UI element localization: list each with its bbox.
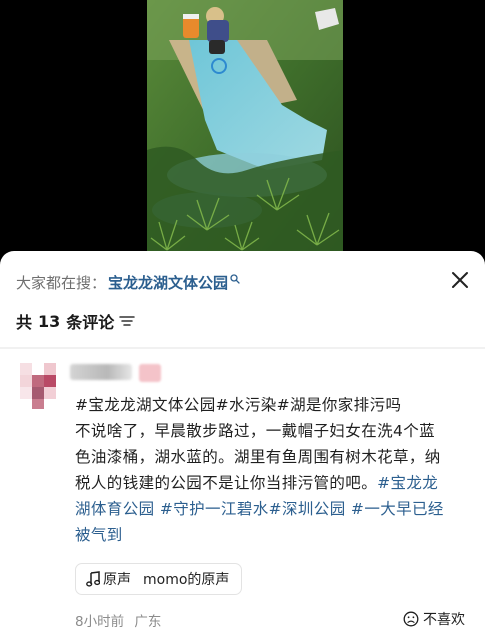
music-note-icon [86,571,100,587]
sad-face-icon [403,611,419,627]
comment-meta: 8小时前 广东 [75,610,161,630]
close-icon [452,272,468,288]
screen: 大家都在搜： 宝龙龙湖文体公园 共 13 条评论 #宝龙龙湖文体公园#水污染#湖… [0,0,485,630]
comment-count-suffix: 条评论 [66,313,115,332]
comment-line-5-hashtags[interactable]: 湖体育公园 #守护一江碧水#深圳公园 #一大早已经 [75,496,475,522]
close-button[interactable] [445,265,475,295]
comment-body: #宝龙龙湖文体公园#水污染#湖是你家排污吗 不说啥了，早晨散步路过，一戴帽子妇女… [75,392,475,548]
sort-icon[interactable] [119,314,136,328]
trending-search-prefix: 大家都在搜： [16,274,107,292]
comment-line-2: 不说啥了，早晨散步路过，一戴帽子妇女在洗4个蓝 [75,422,436,440]
comment-count-header[interactable]: 共 13 条评论 [16,309,136,333]
avatar[interactable] [20,363,56,409]
video-frame-image [147,0,343,255]
header-divider [0,347,485,349]
comment-location: 广东 [134,614,162,630]
comment-sheet: 大家都在搜： 宝龙龙湖文体公园 共 13 条评论 #宝龙龙湖文体公园#水污染#湖… [0,251,485,630]
trending-search-term[interactable]: 宝龙龙湖文体公园 [108,271,228,295]
trending-search[interactable]: 大家都在搜： 宝龙龙湖文体公园 [16,271,240,295]
search-icon [230,274,240,284]
user-badge [139,364,161,382]
comment-line-6-hashtags[interactable]: 被气到 [75,522,475,548]
comment-count-number: 13 [38,311,61,331]
sound-source: momo的原声 [143,572,230,588]
video-player[interactable] [147,0,343,255]
comment-count-prefix: 共 [16,313,33,332]
comment-line-4-text: 税人的钱建的公园不是让你当排污管的吧。 [75,474,378,492]
comment-time: 8小时前 [75,614,125,630]
comment-line-3: 色油漆桶，湖水蓝的。湖里有鱼周围有树木花草，纳 [75,448,441,466]
comment-line-4: 税人的钱建的公园不是让你当排污管的吧。#宝龙龙 [75,470,475,496]
comment-line-1: #宝龙龙湖文体公园#水污染#湖是你家排污吗 [75,396,402,414]
hashtag-link[interactable]: #宝龙龙 [377,474,438,492]
sound-label: 原声 [103,572,131,588]
original-sound-chip[interactable]: 原声 momo的原声 [75,563,243,595]
dislike-label: 不喜欢 [423,612,465,628]
username-redacted[interactable] [70,364,132,380]
dislike-button[interactable]: 不喜欢 [395,606,473,630]
